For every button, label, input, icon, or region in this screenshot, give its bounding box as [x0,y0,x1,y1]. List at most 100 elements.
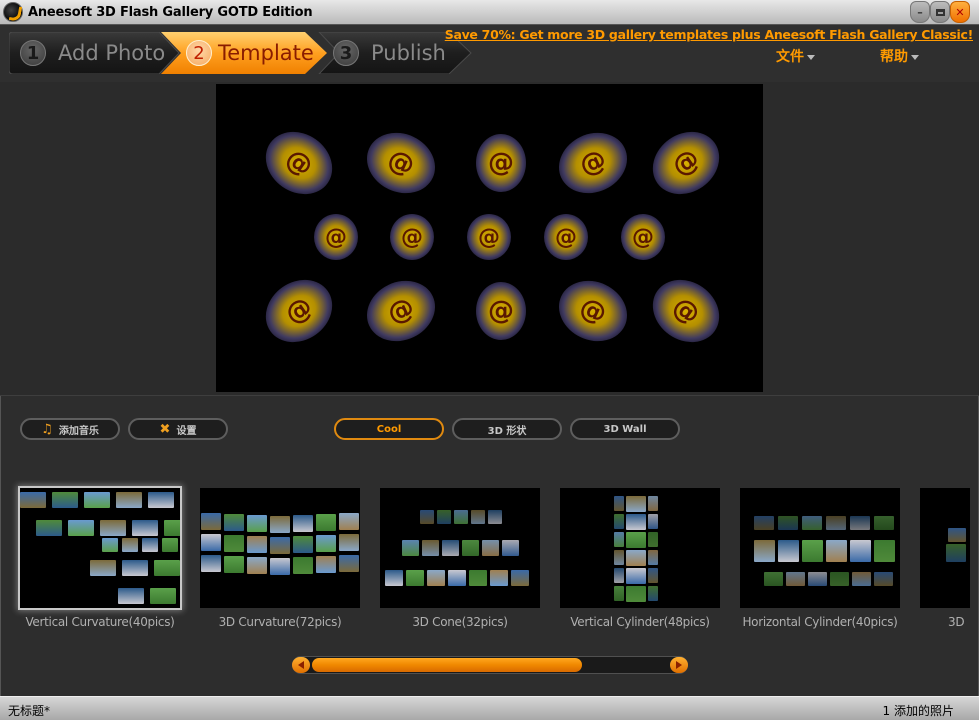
thumb-photo-tile [122,560,148,576]
thumb-photo-tile [614,586,624,601]
thumb-photo-tile [488,510,502,524]
thumb-photo-tile [626,496,646,512]
template-thumb-vertical-curvature[interactable] [20,488,180,608]
thumb-photo-tile [270,537,290,554]
thumb-photo-tile [786,572,805,586]
thumb-photo-tile [826,516,846,530]
thumb-photo-tile [247,515,267,532]
category-3d-wall[interactable]: 3D Wall [570,418,680,440]
thumb-photo-tile [764,572,783,586]
thumb-photo-tile [420,510,434,524]
thumb-photo-tile [754,540,775,562]
thumb-photo-tile [830,572,849,586]
thumb-photo-tile [874,540,895,562]
scrollbar-thumb[interactable] [312,658,582,672]
thumb-photo-tile [778,540,799,562]
music-icon: ♫ [41,421,53,437]
thumb-photo-tile [20,492,46,508]
thumb-photo-tile [448,570,466,586]
category-3d-shape[interactable]: 3D 形状 [452,418,562,440]
template-thumb-3d-cone[interactable] [380,488,540,608]
arrow-left-icon [298,661,304,669]
close-button[interactable]: ✕ [950,1,970,23]
thumb-photo-tile [293,536,313,553]
add-music-button[interactable]: ♫ 添加音乐 [20,418,120,440]
template-gallery: Vertical Curvature(40pics) 3D Curvature(… [0,480,979,640]
menu-file[interactable]: 文件 [776,46,815,66]
tools-icon: ✖ [159,421,171,437]
thumb-photo-tile [648,568,658,583]
thumb-photo-tile [422,540,439,556]
thumb-photo-tile [84,492,110,508]
thumb-photo-tile [224,556,244,573]
thumb-photo-tile [946,544,966,562]
thumb-photo-tile [648,586,658,601]
thumb-photo-tile [648,514,658,529]
thumb-photo-tile [154,560,180,576]
step-label: Publish [371,41,446,65]
thumb-photo-tile [471,510,485,524]
status-bar: 无标题* 1 添加的照片 [0,696,979,720]
template-label: 3D Curvature(72pics) [218,615,342,629]
close-icon: ✕ [955,5,965,19]
thumb-photo-tile [90,560,116,576]
maximize-icon [935,8,945,16]
category-cool[interactable]: Cool [334,418,444,440]
thumb-photo-tile [339,555,359,572]
template-preview[interactable]: @ @ @ @ @ @ @ @ @ @ @ @ @ @ @ [216,84,763,392]
thumb-photo-tile [852,572,871,586]
thumb-photo-tile [648,496,658,511]
thumb-photo-tile [648,550,658,565]
step-number: 3 [333,40,359,66]
scroll-left-button[interactable] [292,657,310,673]
template-thumb-vertical-cylinder[interactable] [560,488,720,608]
template-label: 3D [948,615,965,629]
step-template[interactable]: 2 Template [186,32,314,74]
thumb-photo-tile [224,514,244,531]
menu-help[interactable]: 帮助 [880,46,919,66]
thumb-photo-tile [614,550,624,565]
app-logo-icon [3,2,23,22]
preview-at-icon: @ [621,214,665,260]
settings-button[interactable]: ✖ 设置 [128,418,228,440]
thumb-photo-tile [614,514,624,529]
step-add-photo[interactable]: 1 Add Photo [20,32,165,74]
thumb-photo-tile [132,520,158,536]
template-thumb-3d[interactable] [920,488,970,608]
thumb-photo-tile [150,588,176,604]
thumb-photo-tile [626,514,646,530]
thumb-photo-tile [874,572,893,586]
thumb-photo-tile [511,570,529,586]
preview-at-icon: @ [544,214,588,260]
chevron-down-icon [807,55,815,60]
preview-at-icon: @ [314,214,358,260]
thumb-photo-tile [100,520,126,536]
template-thumb-3d-curvature[interactable] [200,488,360,608]
scroll-right-button[interactable] [670,657,688,673]
thumb-photo-tile [102,538,118,552]
preview-at-icon: @ [476,282,526,340]
step-number: 2 [186,40,212,66]
maximize-button[interactable] [930,1,950,23]
promo-link[interactable]: Save 70%: Get more 3D gallery templates … [445,27,974,42]
step-publish[interactable]: 3 Publish [333,32,446,74]
thumb-photo-tile [201,513,221,530]
thumb-photo-tile [454,510,468,524]
thumb-photo-tile [164,520,180,536]
thumb-photo-tile [626,532,646,548]
template-thumb-horizontal-cylinder[interactable] [740,488,900,608]
step-number: 1 [20,40,46,66]
template-label: Horizontal Cylinder(40pics) [742,615,898,629]
thumb-photo-tile [482,540,499,556]
template-label: Vertical Cylinder(48pics) [570,615,710,629]
thumb-photo-tile [36,520,62,536]
thumb-photo-tile [118,588,144,604]
thumb-photo-tile [462,540,479,556]
thumb-photo-tile [201,555,221,572]
window-title: Aneesoft 3D Flash Gallery GOTD Edition [28,5,313,20]
menu-help-label: 帮助 [880,49,908,65]
thumb-photo-tile [469,570,487,586]
thumb-photo-tile [402,540,419,556]
thumb-photo-tile [201,534,221,551]
minimize-button[interactable]: – [910,1,930,23]
